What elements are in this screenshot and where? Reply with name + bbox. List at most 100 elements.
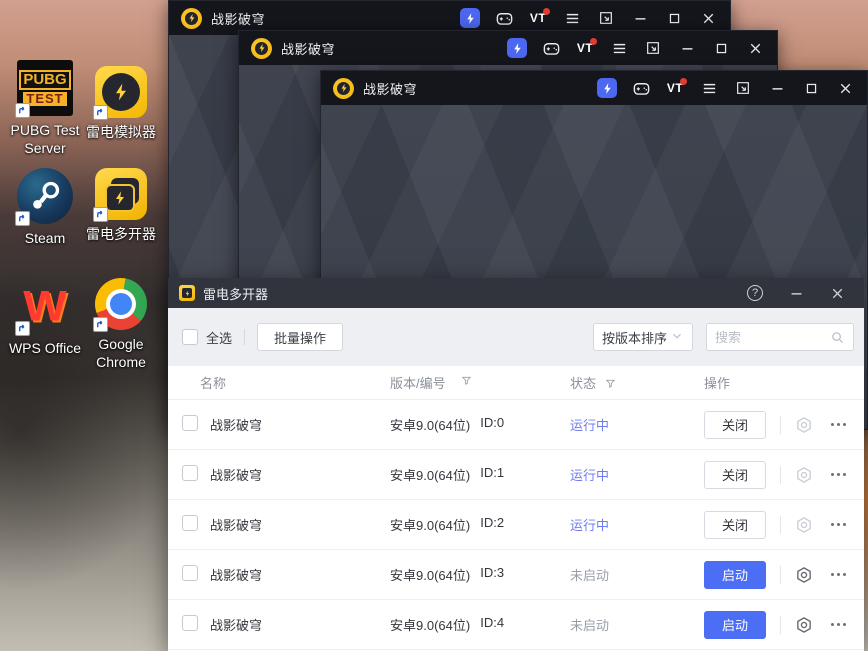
manager-logo-icon: [179, 285, 195, 301]
ldmultiplayer-icon: [93, 168, 147, 222]
instance-action-button[interactable]: 启动: [704, 560, 766, 589]
maximize-icon[interactable]: [801, 78, 821, 98]
desktop-icon-steam[interactable]: Steam: [8, 168, 82, 248]
settings-gear-icon[interactable]: [795, 566, 813, 584]
settings-gear-icon[interactable]: [795, 516, 813, 534]
desktop-icon-pubg-test-server[interactable]: PUBG TEST PUBG Test Server: [8, 60, 82, 157]
filter-icon[interactable]: [605, 377, 616, 392]
gamepad-icon[interactable]: [631, 78, 651, 98]
instance-id: ID:0: [480, 415, 505, 430]
row-checkbox[interactable]: [182, 415, 198, 431]
desktop-icon-ldmultiplayer[interactable]: 雷电多开器: [84, 168, 158, 244]
more-options-icon[interactable]: [829, 519, 848, 530]
emulator-titlebar[interactable]: 战影破穹 VT: [321, 71, 867, 105]
window-title: 战影破穹: [363, 81, 418, 97]
instance-status: 运行中: [570, 418, 610, 433]
icon-label: WPS Office: [8, 340, 82, 356]
popout-icon[interactable]: [643, 38, 663, 58]
icon-label: 雷电多开器: [86, 226, 156, 242]
help-icon[interactable]: ?: [745, 283, 765, 303]
close-icon[interactable]: [698, 8, 718, 28]
more-options-icon[interactable]: [829, 419, 848, 430]
app-logo-icon: [333, 77, 354, 99]
filter-icon[interactable]: [461, 374, 472, 393]
desktop-icon-wps-office[interactable]: W WPS Office: [8, 278, 82, 358]
toolbar-divider: [244, 329, 246, 345]
vt-badge[interactable]: VT: [575, 38, 597, 58]
header-version[interactable]: 版本/编号: [390, 373, 570, 392]
more-options-icon[interactable]: [829, 619, 848, 630]
app-logo-icon: [251, 37, 272, 59]
gamepad-icon[interactable]: [541, 38, 561, 58]
row-checkbox[interactable]: [182, 515, 198, 531]
row-checkbox[interactable]: [182, 465, 198, 481]
row-divider: [780, 465, 781, 484]
gamepad-icon[interactable]: [494, 8, 514, 28]
maximize-icon[interactable]: [711, 38, 731, 58]
app-logo-icon: [181, 7, 202, 29]
shortcut-arrow-icon: [93, 207, 108, 222]
maximize-icon[interactable]: [664, 8, 684, 28]
instance-action-button[interactable]: 关闭: [704, 410, 766, 439]
desktop-icon-ldplayer[interactable]: 雷电模拟器: [84, 66, 158, 142]
settings-gear-icon[interactable]: [795, 466, 813, 484]
batch-operations-button[interactable]: 批量操作: [257, 323, 344, 351]
notification-dot: [590, 38, 597, 45]
header-name: 名称: [200, 376, 227, 391]
select-all-label: 全选: [206, 330, 233, 346]
wps-icon: W: [15, 278, 73, 336]
settings-gear-icon[interactable]: [795, 616, 813, 634]
minimize-icon[interactable]: [767, 78, 787, 98]
instance-action-button[interactable]: 关闭: [704, 510, 766, 539]
instance-id: ID:3: [480, 565, 505, 580]
sort-dropdown[interactable]: 按版本排序: [593, 323, 693, 351]
boost-lightning-icon[interactable]: [597, 78, 617, 98]
shortcut-arrow-icon: [93, 105, 108, 120]
desktop-icon-google-chrome[interactable]: Google Chrome: [84, 278, 158, 371]
minimize-icon[interactable]: [786, 283, 806, 303]
table-row: 战影破穹 安卓9.0(64位) ID:1 运行中 关闭: [168, 450, 864, 500]
row-checkbox[interactable]: [182, 565, 198, 581]
manager-title: 雷电多开器: [203, 286, 269, 302]
popout-icon[interactable]: [733, 78, 753, 98]
menu-icon[interactable]: [609, 38, 629, 58]
close-icon[interactable]: [827, 283, 847, 303]
search-input[interactable]: [715, 329, 830, 345]
instance-name: 战影破穹: [210, 468, 263, 483]
close-icon[interactable]: [745, 38, 765, 58]
more-options-icon[interactable]: [829, 569, 848, 580]
instance-name: 战影破穹: [210, 618, 263, 633]
vt-badge[interactable]: VT: [528, 8, 550, 28]
emulator-titlebar[interactable]: 战影破穹 VT: [239, 31, 777, 65]
popout-icon[interactable]: [596, 8, 616, 28]
instance-version: 安卓9.0(64位): [390, 568, 471, 583]
steam-icon: [15, 168, 73, 226]
row-checkbox[interactable]: [182, 615, 198, 631]
search-box[interactable]: [706, 323, 854, 351]
header-status[interactable]: 状态: [570, 373, 690, 392]
instance-action-button[interactable]: 关闭: [704, 460, 766, 489]
close-icon[interactable]: [835, 78, 855, 98]
row-divider: [780, 615, 781, 634]
menu-icon[interactable]: [562, 8, 582, 28]
more-options-icon[interactable]: [829, 469, 848, 480]
boost-lightning-icon[interactable]: [507, 38, 527, 58]
instance-action-button[interactable]: 启动: [704, 610, 766, 639]
menu-icon[interactable]: [699, 78, 719, 98]
manager-toolbar: 全选 批量操作 按版本排序: [168, 308, 864, 366]
table-row: 战影破穹 安卓9.0(64位) ID:4 未启动 启动: [168, 600, 864, 650]
vt-badge[interactable]: VT: [665, 78, 687, 98]
manager-titlebar[interactable]: 雷电多开器 ?: [168, 278, 864, 308]
icon-label: Google Chrome: [96, 336, 146, 370]
select-all-checkbox[interactable]: [182, 329, 198, 345]
table-row: 战影破穹 安卓9.0(64位) ID:3 未启动 启动: [168, 550, 864, 600]
shortcut-arrow-icon: [15, 211, 30, 226]
instance-name: 战影破穹: [210, 568, 263, 583]
minimize-icon[interactable]: [630, 8, 650, 28]
minimize-icon[interactable]: [677, 38, 697, 58]
shortcut-arrow-icon: [15, 321, 30, 336]
settings-gear-icon[interactable]: [795, 416, 813, 434]
boost-lightning-icon[interactable]: [460, 8, 480, 28]
chevron-down-icon: [670, 329, 684, 346]
table-row: 战影破穹 安卓9.0(64位) ID:2 运行中 关闭: [168, 500, 864, 550]
